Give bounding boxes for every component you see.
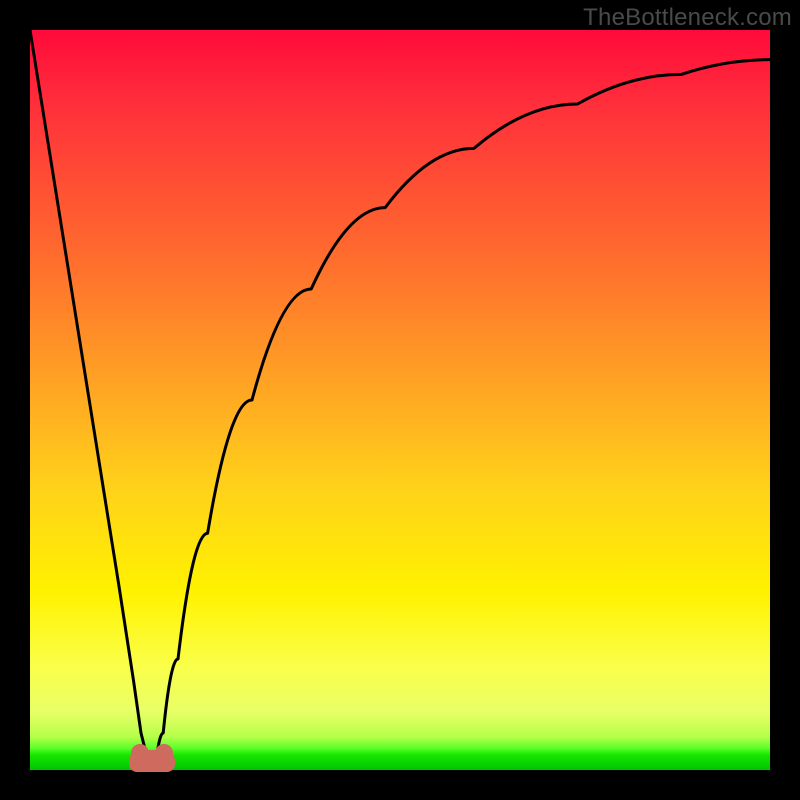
trough-marker: [129, 750, 175, 772]
bottleneck-curve: [30, 30, 770, 770]
curve-path: [30, 30, 770, 763]
watermark-text: TheBottleneck.com: [583, 4, 792, 32]
chart-frame: TheBottleneck.com: [0, 0, 800, 800]
plot-area: [30, 30, 770, 770]
